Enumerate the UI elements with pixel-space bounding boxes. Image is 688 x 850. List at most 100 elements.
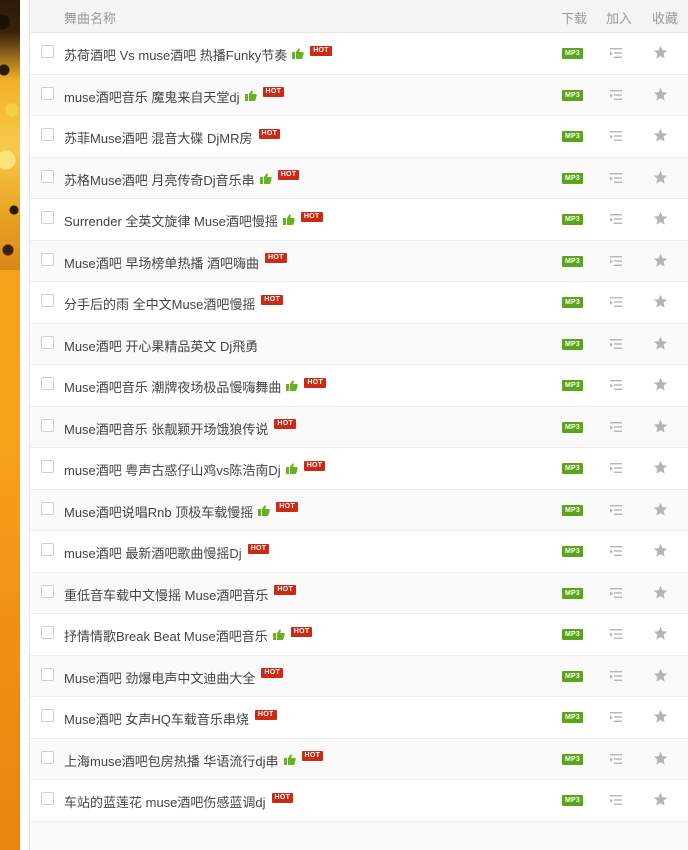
song-title-group[interactable]: 分手后的雨 全中文Muse酒吧慢摇 HOT <box>64 294 284 313</box>
song-title-group[interactable]: 苏菲Muse酒吧 混音大碟 DjMR房 HOT <box>64 128 281 147</box>
song-checkbox[interactable] <box>41 211 54 224</box>
song-title-link[interactable]: Surrender 全英文旋律 Muse酒吧慢摇 <box>64 211 278 230</box>
song-title-group[interactable]: Muse酒吧说唱Rnb 顶极车载慢摇 HOT <box>64 502 298 521</box>
song-title-group[interactable]: 车站的蓝莲花 muse酒吧伤感蓝调dj HOT <box>64 792 294 811</box>
add-to-playlist-icon[interactable] <box>609 337 623 351</box>
song-checkbox[interactable] <box>41 626 54 639</box>
song-checkbox[interactable] <box>41 294 54 307</box>
song-checkbox[interactable] <box>41 667 54 681</box>
mp3-download-button[interactable]: MP3 <box>562 214 583 225</box>
add-to-playlist-icon[interactable] <box>609 129 623 143</box>
favorite-star-icon[interactable] <box>653 751 668 766</box>
mp3-download-button[interactable]: MP3 <box>562 463 583 474</box>
song-title-group[interactable]: muse酒吧 最新酒吧歌曲慢摇Dj HOT <box>64 543 270 562</box>
song-title-link[interactable]: Muse酒吧音乐 潮牌夜场极品慢嗨舞曲 <box>64 377 281 396</box>
mp3-download-button[interactable]: MP3 <box>562 504 583 516</box>
song-title-link[interactable]: 重低音车载中文慢摇 Muse酒吧音乐 <box>64 585 268 604</box>
song-title-group[interactable]: Surrender 全英文旋律 Muse酒吧慢摇 HOT <box>64 211 323 230</box>
song-row[interactable]: Muse酒吧音乐 张靓颖开场饿狼传说 HOT MP3 <box>30 406 688 448</box>
song-checkbox[interactable] <box>41 45 54 58</box>
favorite-star-icon[interactable] <box>653 668 668 683</box>
song-row[interactable]: Surrender 全英文旋律 Muse酒吧慢摇 HOT MP3 <box>30 199 688 241</box>
song-row[interactable]: muse酒吧音乐 魔鬼来自天堂dj HOT MP3 <box>30 74 688 116</box>
song-checkbox[interactable] <box>41 750 54 764</box>
song-title-link[interactable]: Muse酒吧音乐 张靓颖开场饿狼传说 <box>64 419 268 438</box>
song-checkbox[interactable] <box>41 709 54 722</box>
add-to-playlist-icon[interactable] <box>609 793 623 807</box>
song-title-group[interactable]: 苏格Muse酒吧 月亮传奇Dj音乐串 HOT <box>64 170 300 189</box>
mp3-download-button[interactable]: MP3 <box>562 89 583 101</box>
song-title-link[interactable]: 苏格Muse酒吧 月亮传奇Dj音乐串 <box>64 170 255 189</box>
song-title-group[interactable]: 抒情情歌Break Beat Muse酒吧音乐 HOT <box>64 626 313 645</box>
favorite-star-icon[interactable] <box>653 709 668 724</box>
song-checkbox[interactable] <box>41 501 54 515</box>
song-checkbox[interactable] <box>41 418 54 432</box>
song-title-link[interactable]: 苏菲Muse酒吧 混音大碟 DjMR房 <box>64 128 253 147</box>
song-title-link[interactable]: muse酒吧 最新酒吧歌曲慢摇Dj <box>64 543 242 562</box>
song-title-group[interactable]: Muse酒吧音乐 张靓颖开场饿狼传说 HOT <box>64 419 297 438</box>
song-row[interactable]: Muse酒吧 劲爆电声中文迪曲大全 HOT MP3 <box>30 655 688 697</box>
song-row[interactable]: 苏荷酒吧 Vs muse酒吧 热播Funky节奏 HOT MP3 <box>30 33 688 75</box>
mp3-download-button[interactable]: MP3 <box>562 255 583 267</box>
song-title-group[interactable]: Muse酒吧音乐 潮牌夜场极品慢嗨舞曲 HOT <box>64 377 327 396</box>
mp3-download-button[interactable]: MP3 <box>562 629 583 640</box>
mp3-download-button[interactable]: MP3 <box>562 670 583 682</box>
favorite-star-icon[interactable] <box>653 585 668 600</box>
favorite-star-icon[interactable] <box>653 543 668 558</box>
add-to-playlist-icon[interactable] <box>609 171 623 185</box>
add-to-playlist-icon[interactable] <box>609 461 623 475</box>
song-title-group[interactable]: muse酒吧 粤声古惑仔山鸡vs陈浩南Dj HOT <box>64 460 326 479</box>
add-to-playlist-icon[interactable] <box>609 752 623 766</box>
add-to-playlist-icon[interactable] <box>609 212 623 226</box>
song-checkbox[interactable] <box>41 169 54 183</box>
mp3-download-button[interactable]: MP3 <box>562 712 583 723</box>
mp3-download-button[interactable]: MP3 <box>562 587 583 599</box>
song-title-group[interactable]: Muse酒吧 女声HQ车载音乐串烧 HOT <box>64 709 277 728</box>
favorite-star-icon[interactable] <box>653 294 668 309</box>
song-row[interactable]: 抒情情歌Break Beat Muse酒吧音乐 HOT MP3 <box>30 614 688 656</box>
add-to-playlist-icon[interactable] <box>609 420 623 434</box>
add-to-playlist-icon[interactable] <box>609 295 623 309</box>
song-row[interactable]: 分手后的雨 全中文Muse酒吧慢摇 HOT MP3 <box>30 282 688 324</box>
song-title-link[interactable]: Muse酒吧 劲爆电声中文迪曲大全 <box>64 668 255 687</box>
song-title-link[interactable]: muse酒吧音乐 魔鬼来自天堂dj <box>64 87 240 106</box>
song-checkbox[interactable] <box>41 252 54 266</box>
song-title-link[interactable]: Muse酒吧说唱Rnb 顶极车载慢摇 <box>64 502 253 521</box>
song-title-link[interactable]: 车站的蓝莲花 muse酒吧伤感蓝调dj <box>64 792 266 811</box>
mp3-download-button[interactable]: MP3 <box>562 753 583 765</box>
favorite-star-icon[interactable] <box>653 211 668 226</box>
favorite-star-icon[interactable] <box>653 377 668 392</box>
mp3-download-button[interactable]: MP3 <box>562 338 583 350</box>
mp3-download-button[interactable]: MP3 <box>562 48 583 59</box>
song-title-link[interactable]: 苏荷酒吧 Vs muse酒吧 热播Funky节奏 <box>64 45 287 64</box>
add-to-playlist-icon[interactable] <box>609 88 623 102</box>
song-checkbox[interactable] <box>41 584 54 598</box>
song-checkbox[interactable] <box>41 377 54 390</box>
song-row[interactable]: Muse酒吧音乐 潮牌夜场极品慢嗨舞曲 HOT MP3 <box>30 365 688 407</box>
favorite-star-icon[interactable] <box>653 792 668 807</box>
favorite-star-icon[interactable] <box>653 419 668 434</box>
add-to-playlist-icon[interactable] <box>609 46 623 60</box>
song-row[interactable]: 车站的蓝莲花 muse酒吧伤感蓝调dj HOT MP3 <box>30 780 688 822</box>
song-row[interactable]: Muse酒吧 女声HQ车载音乐串烧 HOT MP3 <box>30 697 688 739</box>
song-title-link[interactable]: 抒情情歌Break Beat Muse酒吧音乐 <box>64 626 268 645</box>
song-title-group[interactable]: 重低音车载中文慢摇 Muse酒吧音乐 HOT <box>64 585 297 604</box>
mp3-download-button[interactable]: MP3 <box>562 297 583 308</box>
song-title-group[interactable]: muse酒吧音乐 魔鬼来自天堂dj HOT <box>64 87 285 106</box>
song-checkbox[interactable] <box>41 128 54 141</box>
add-to-playlist-icon[interactable] <box>609 254 623 268</box>
favorite-star-icon[interactable] <box>653 128 668 143</box>
mp3-download-button[interactable]: MP3 <box>562 795 583 806</box>
song-title-link[interactable]: 分手后的雨 全中文Muse酒吧慢摇 <box>64 294 255 313</box>
song-title-link[interactable]: Muse酒吧 早场榜单热播 酒吧嗨曲 <box>64 253 259 272</box>
favorite-star-icon[interactable] <box>653 626 668 641</box>
add-to-playlist-icon[interactable] <box>609 669 623 683</box>
song-checkbox[interactable] <box>41 792 54 805</box>
add-to-playlist-icon[interactable] <box>609 503 623 517</box>
song-title-link[interactable]: 上海muse酒吧包房热播 华语流行dj串 <box>64 751 279 770</box>
song-row[interactable]: Muse酒吧 开心果精品英文 Dj飛勇 MP3 <box>30 323 688 365</box>
song-checkbox[interactable] <box>41 543 54 556</box>
song-title-group[interactable]: Muse酒吧 早场榜单热播 酒吧嗨曲 HOT <box>64 253 287 272</box>
song-title-group[interactable]: 上海muse酒吧包房热播 华语流行dj串 HOT <box>64 751 324 770</box>
song-title-link[interactable]: Muse酒吧 开心果精品英文 Dj飛勇 <box>64 336 258 355</box>
